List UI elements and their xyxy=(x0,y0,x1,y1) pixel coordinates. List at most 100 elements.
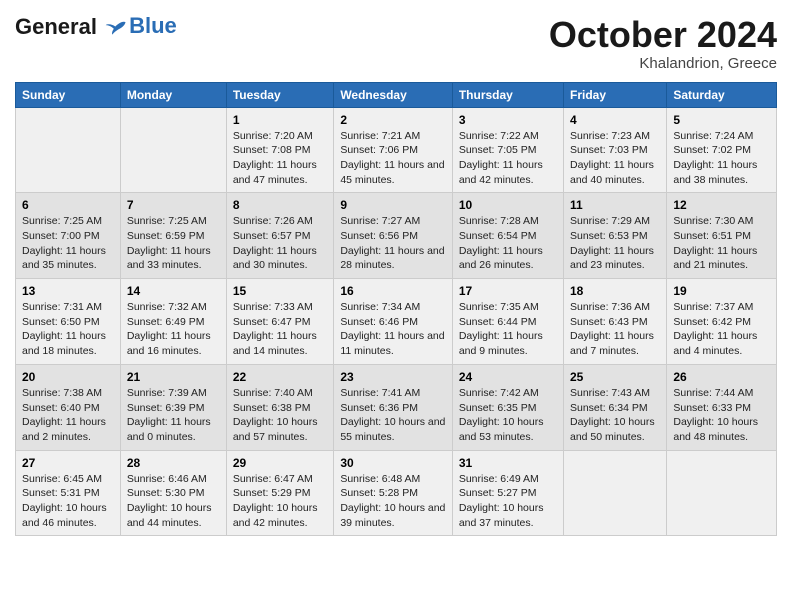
day-number: 13 xyxy=(22,284,114,298)
day-number: 8 xyxy=(233,198,327,212)
day-info: Sunrise: 7:21 AMSunset: 7:06 PMDaylight:… xyxy=(340,129,446,188)
day-number: 1 xyxy=(233,113,327,127)
day-info: Sunrise: 6:47 AMSunset: 5:29 PMDaylight:… xyxy=(233,472,327,531)
title-block: October 2024 Khalandrion, Greece xyxy=(549,15,777,72)
day-number: 6 xyxy=(22,198,114,212)
calendar-cell: 25Sunrise: 7:43 AMSunset: 6:34 PMDayligh… xyxy=(564,364,667,450)
calendar-cell: 14Sunrise: 7:32 AMSunset: 6:49 PMDayligh… xyxy=(120,279,226,365)
calendar-cell: 2 Sunrise: 7:21 AMSunset: 7:06 PMDaylight… xyxy=(334,107,453,193)
day-number: 2 xyxy=(340,113,446,127)
day-info: Sunrise: 7:44 AMSunset: 6:33 PMDaylight:… xyxy=(673,386,770,445)
calendar-cell: 10Sunrise: 7:28 AMSunset: 6:54 PMDayligh… xyxy=(452,193,563,279)
day-number: 21 xyxy=(127,370,220,384)
day-number: 30 xyxy=(340,456,446,470)
day-info: Sunrise: 7:25 AMSunset: 6:59 PMDaylight:… xyxy=(127,214,220,273)
day-number: 29 xyxy=(233,456,327,470)
weekday-header: Friday xyxy=(564,82,667,107)
logo-blue: Blue xyxy=(129,14,177,38)
day-number: 9 xyxy=(340,198,446,212)
week-row: 27 Sunrise: 6:45 AMSunset: 5:31 PMDayligh… xyxy=(16,450,777,536)
week-row: 20 Sunrise: 7:38 AMSunset: 6:40 PMDayligh… xyxy=(16,364,777,450)
week-row: 1Sunrise: 7:20 AMSunset: 7:08 PMDaylight… xyxy=(16,107,777,193)
day-info: Sunrise: 7:32 AMSunset: 6:49 PMDaylight:… xyxy=(127,300,220,359)
logo-general: General xyxy=(15,14,97,39)
calendar-table: SundayMondayTuesdayWednesdayThursdayFrid… xyxy=(15,82,777,537)
day-info: Sunrise: 7:22 AMSunset: 7:05 PMDaylight:… xyxy=(459,129,557,188)
day-info: Sunrise: 7:37 AMSunset: 6:42 PMDaylight:… xyxy=(673,300,770,359)
day-info: Sunrise: 6:45 AMSunset: 5:31 PMDaylight:… xyxy=(22,472,114,531)
day-info: Sunrise: 7:27 AMSunset: 6:56 PMDaylight:… xyxy=(340,214,446,273)
day-number: 15 xyxy=(233,284,327,298)
day-info: Sunrise: 7:36 AMSunset: 6:43 PMDaylight:… xyxy=(570,300,660,359)
calendar-cell: 5 Sunrise: 7:24 AMSunset: 7:02 PMDaylight… xyxy=(667,107,777,193)
day-info: Sunrise: 6:48 AMSunset: 5:28 PMDaylight:… xyxy=(340,472,446,531)
day-info: Sunrise: 7:34 AMSunset: 6:46 PMDaylight:… xyxy=(340,300,446,359)
day-info: Sunrise: 7:29 AMSunset: 6:53 PMDaylight:… xyxy=(570,214,660,273)
day-info: Sunrise: 7:42 AMSunset: 6:35 PMDaylight:… xyxy=(459,386,557,445)
weekday-header: Sunday xyxy=(16,82,121,107)
day-info: Sunrise: 7:23 AMSunset: 7:03 PMDaylight:… xyxy=(570,129,660,188)
calendar-cell xyxy=(667,450,777,536)
calendar-container: General Blue October 2024 Khalandrion, G… xyxy=(0,0,792,546)
day-number: 22 xyxy=(233,370,327,384)
calendar-cell: 20 Sunrise: 7:38 AMSunset: 6:40 PMDayligh… xyxy=(16,364,121,450)
day-info: Sunrise: 7:43 AMSunset: 6:34 PMDaylight:… xyxy=(570,386,660,445)
day-number: 27 xyxy=(22,456,114,470)
day-info: Sunrise: 7:40 AMSunset: 6:38 PMDaylight:… xyxy=(233,386,327,445)
day-number: 19 xyxy=(673,284,770,298)
day-info: Sunrise: 7:25 AMSunset: 7:00 PMDaylight:… xyxy=(22,214,114,273)
weekday-header: Saturday xyxy=(667,82,777,107)
calendar-cell: 26Sunrise: 7:44 AMSunset: 6:33 PMDayligh… xyxy=(667,364,777,450)
day-number: 10 xyxy=(459,198,557,212)
location: Khalandrion, Greece xyxy=(549,55,777,72)
day-number: 7 xyxy=(127,198,220,212)
day-info: Sunrise: 7:33 AMSunset: 6:47 PMDaylight:… xyxy=(233,300,327,359)
logo: General Blue xyxy=(15,15,177,39)
calendar-cell: 23 Sunrise: 7:41 AMSunset: 6:36 PMDayligh… xyxy=(334,364,453,450)
calendar-cell: 28Sunrise: 6:46 AMSunset: 5:30 PMDayligh… xyxy=(120,450,226,536)
day-info: Sunrise: 7:24 AMSunset: 7:02 PMDaylight:… xyxy=(673,129,770,188)
logo-bird-icon xyxy=(105,17,127,39)
day-number: 17 xyxy=(459,284,557,298)
calendar-cell: 15 Sunrise: 7:33 AMSunset: 6:47 PMDayligh… xyxy=(226,279,333,365)
day-number: 20 xyxy=(22,370,114,384)
calendar-header-row: SundayMondayTuesdayWednesdayThursdayFrid… xyxy=(16,82,777,107)
day-info: Sunrise: 6:46 AMSunset: 5:30 PMDaylight:… xyxy=(127,472,220,531)
calendar-cell: 16 Sunrise: 7:34 AMSunset: 6:46 PMDayligh… xyxy=(334,279,453,365)
calendar-cell: 7 Sunrise: 7:25 AMSunset: 6:59 PMDaylight… xyxy=(120,193,226,279)
day-info: Sunrise: 7:41 AMSunset: 6:36 PMDaylight:… xyxy=(340,386,446,445)
day-number: 23 xyxy=(340,370,446,384)
calendar-cell: 22 Sunrise: 7:40 AMSunset: 6:38 PMDayligh… xyxy=(226,364,333,450)
calendar-cell: 31Sunrise: 6:49 AMSunset: 5:27 PMDayligh… xyxy=(452,450,563,536)
day-info: Sunrise: 7:38 AMSunset: 6:40 PMDaylight:… xyxy=(22,386,114,445)
calendar-cell: 12Sunrise: 7:30 AMSunset: 6:51 PMDayligh… xyxy=(667,193,777,279)
calendar-cell xyxy=(16,107,121,193)
day-info: Sunrise: 7:35 AMSunset: 6:44 PMDaylight:… xyxy=(459,300,557,359)
calendar-cell: 29 Sunrise: 6:47 AMSunset: 5:29 PMDayligh… xyxy=(226,450,333,536)
calendar-cell: 21 Sunrise: 7:39 AMSunset: 6:39 PMDayligh… xyxy=(120,364,226,450)
calendar-cell: 3Sunrise: 7:22 AMSunset: 7:05 PMDaylight… xyxy=(452,107,563,193)
calendar-cell xyxy=(120,107,226,193)
weekday-header: Wednesday xyxy=(334,82,453,107)
calendar-cell: 19 Sunrise: 7:37 AMSunset: 6:42 PMDayligh… xyxy=(667,279,777,365)
weekday-header: Tuesday xyxy=(226,82,333,107)
day-number: 31 xyxy=(459,456,557,470)
day-info: Sunrise: 7:39 AMSunset: 6:39 PMDaylight:… xyxy=(127,386,220,445)
header: General Blue October 2024 Khalandrion, G… xyxy=(15,15,777,72)
day-info: Sunrise: 7:26 AMSunset: 6:57 PMDaylight:… xyxy=(233,214,327,273)
week-row: 13 Sunrise: 7:31 AMSunset: 6:50 PMDayligh… xyxy=(16,279,777,365)
day-number: 16 xyxy=(340,284,446,298)
calendar-cell xyxy=(564,450,667,536)
calendar-cell: 11Sunrise: 7:29 AMSunset: 6:53 PMDayligh… xyxy=(564,193,667,279)
day-number: 4 xyxy=(570,113,660,127)
weekday-header: Thursday xyxy=(452,82,563,107)
logo-text: General xyxy=(15,15,127,39)
day-info: Sunrise: 7:31 AMSunset: 6:50 PMDaylight:… xyxy=(22,300,114,359)
calendar-cell: 30 Sunrise: 6:48 AMSunset: 5:28 PMDayligh… xyxy=(334,450,453,536)
day-number: 18 xyxy=(570,284,660,298)
calendar-cell: 1Sunrise: 7:20 AMSunset: 7:08 PMDaylight… xyxy=(226,107,333,193)
day-number: 24 xyxy=(459,370,557,384)
day-info: Sunrise: 7:30 AMSunset: 6:51 PMDaylight:… xyxy=(673,214,770,273)
calendar-cell: 18 Sunrise: 7:36 AMSunset: 6:43 PMDayligh… xyxy=(564,279,667,365)
day-number: 5 xyxy=(673,113,770,127)
